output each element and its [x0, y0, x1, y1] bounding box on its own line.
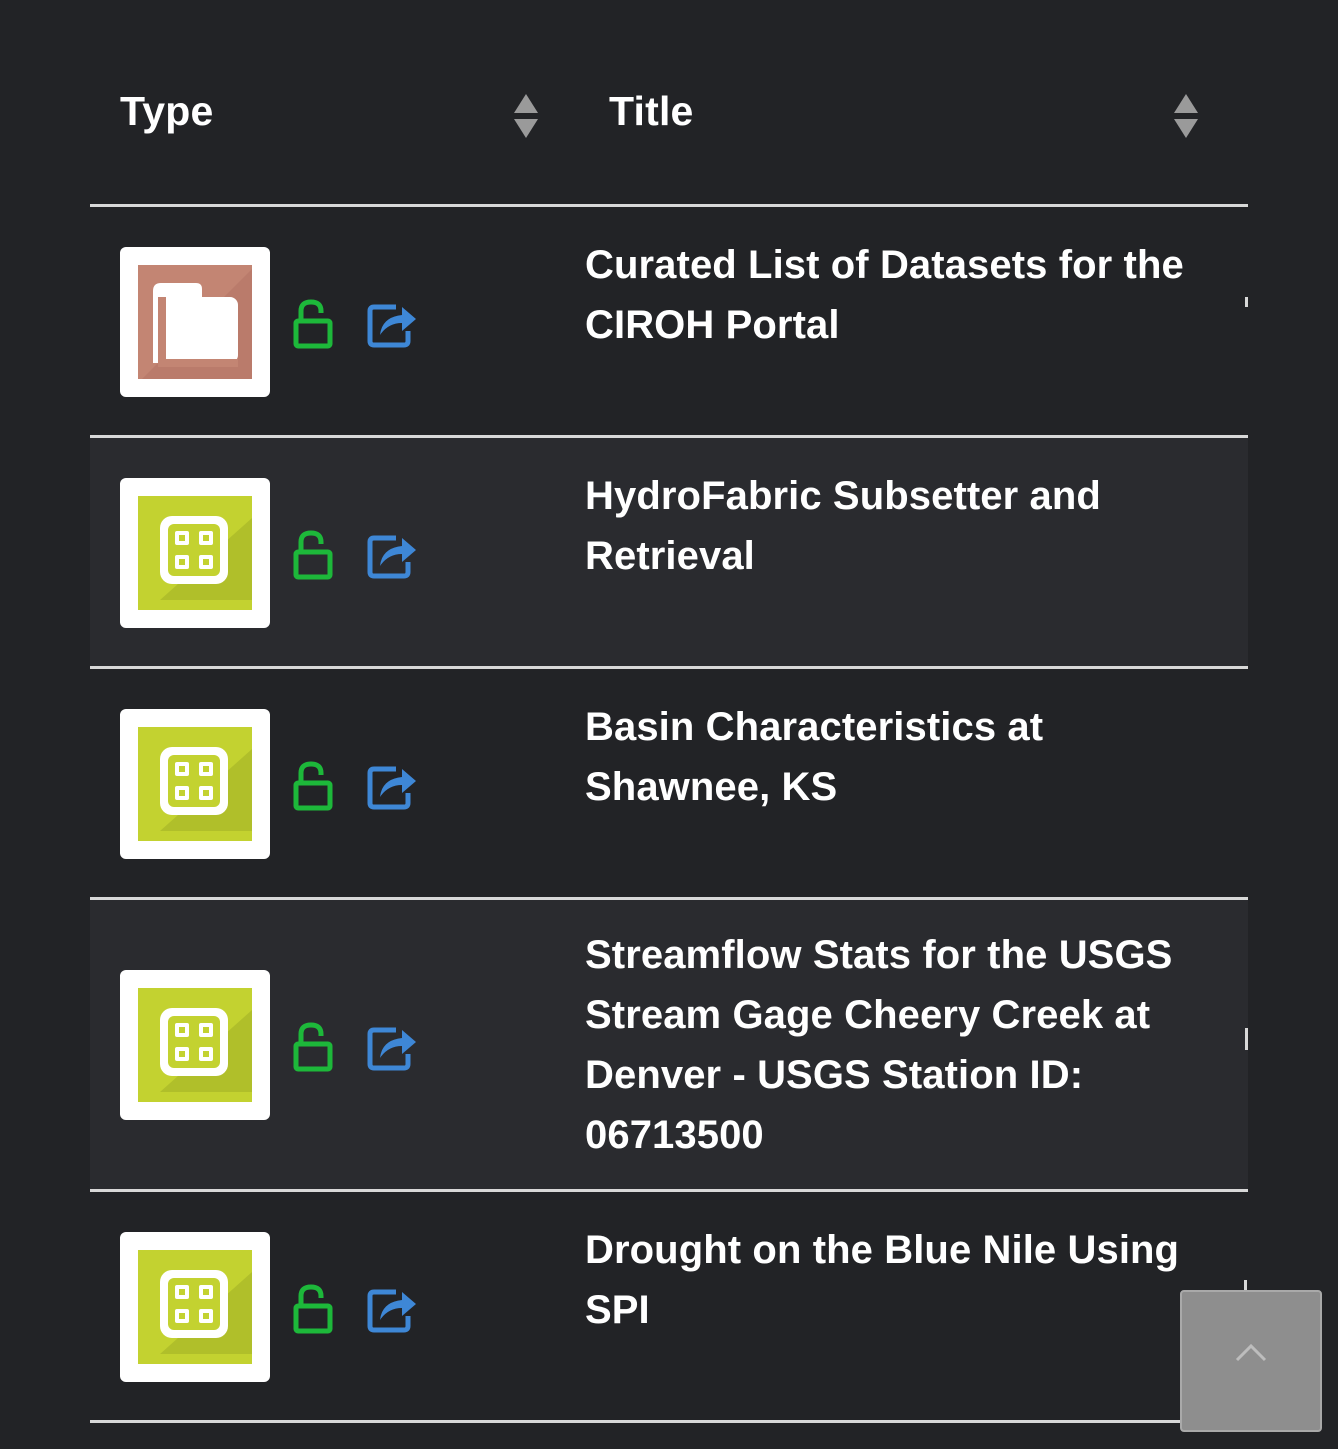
column-resize-edge	[1245, 297, 1248, 307]
folder-collection-icon[interactable]	[120, 247, 270, 397]
resource-title-line: Stream Gage Cheery Creek at	[585, 993, 1151, 1037]
table-body: Curated List of Datasets for the CIROH Po…	[90, 207, 1248, 1423]
app-grid-icon[interactable]	[120, 478, 270, 628]
table-row[interactable]: Streamflow Stats for the USGS Stream Gage…	[90, 900, 1248, 1192]
resource-title-link[interactable]: Curated List of Datasets for the CIROH Po…	[585, 235, 1195, 355]
app-grid-icon[interactable]	[120, 709, 270, 859]
table-header: Type Title	[90, 0, 1248, 207]
unlock-icon	[293, 530, 333, 580]
table-row[interactable]: HydroFabric Subsetter and Retrieval	[90, 438, 1248, 669]
resource-title-line: 06713500	[585, 1113, 764, 1157]
unlock-icon	[293, 1022, 333, 1072]
resource-table: Type Title Curated List of Datasets for …	[90, 0, 1248, 1423]
unlock-icon	[293, 761, 333, 811]
resource-title-line: Streamflow Stats for the USGS	[585, 933, 1173, 977]
share-icon[interactable]	[366, 759, 418, 811]
share-icon[interactable]	[366, 297, 418, 349]
resource-title-line: CIROH Portal	[585, 303, 840, 347]
table-row[interactable]: Drought on the Blue Nile Using SPI	[90, 1192, 1248, 1423]
back-to-top-button[interactable]	[1180, 1290, 1322, 1432]
table-row[interactable]: Basin Characteristics at Shawnee, KS	[90, 669, 1248, 900]
chevron-up-icon	[1235, 1343, 1267, 1362]
resource-title-line: SPI	[585, 1288, 650, 1332]
sort-icon[interactable]	[1172, 92, 1200, 140]
sort-icon[interactable]	[512, 92, 540, 140]
resource-title-link[interactable]: HydroFabric Subsetter and Retrieval	[585, 466, 1195, 586]
resource-title-link[interactable]: Streamflow Stats for the USGS Stream Gage…	[585, 925, 1195, 1165]
resource-title-line: Basin Characteristics at	[585, 705, 1044, 749]
resource-title-link[interactable]: Basin Characteristics at Shawnee, KS	[585, 697, 1195, 817]
share-icon[interactable]	[366, 528, 418, 580]
resource-title-line: Denver - USGS Station ID:	[585, 1053, 1084, 1097]
resource-list-page: Type Title Curated List of Datasets for …	[0, 0, 1338, 1449]
app-grid-icon[interactable]	[120, 970, 270, 1120]
share-icon[interactable]	[366, 1282, 418, 1334]
resource-title-line: Drought on the Blue Nile Using	[585, 1228, 1180, 1272]
column-resize-edge	[1245, 1028, 1248, 1050]
unlock-icon	[293, 1284, 333, 1334]
unlock-icon	[293, 299, 333, 349]
resource-title-line: Curated List of Datasets for the	[585, 243, 1184, 287]
table-row[interactable]: Curated List of Datasets for the CIROH Po…	[90, 207, 1248, 438]
resource-title-line: Shawnee, KS	[585, 765, 838, 809]
resource-title-line: Retrieval	[585, 534, 755, 578]
resource-title-line: HydroFabric Subsetter and	[585, 474, 1101, 518]
app-grid-icon[interactable]	[120, 1232, 270, 1382]
column-header-title[interactable]: Title	[609, 88, 694, 135]
column-header-type[interactable]: Type	[120, 88, 213, 135]
share-icon[interactable]	[366, 1020, 418, 1072]
resource-title-link[interactable]: Drought on the Blue Nile Using SPI	[585, 1220, 1195, 1340]
